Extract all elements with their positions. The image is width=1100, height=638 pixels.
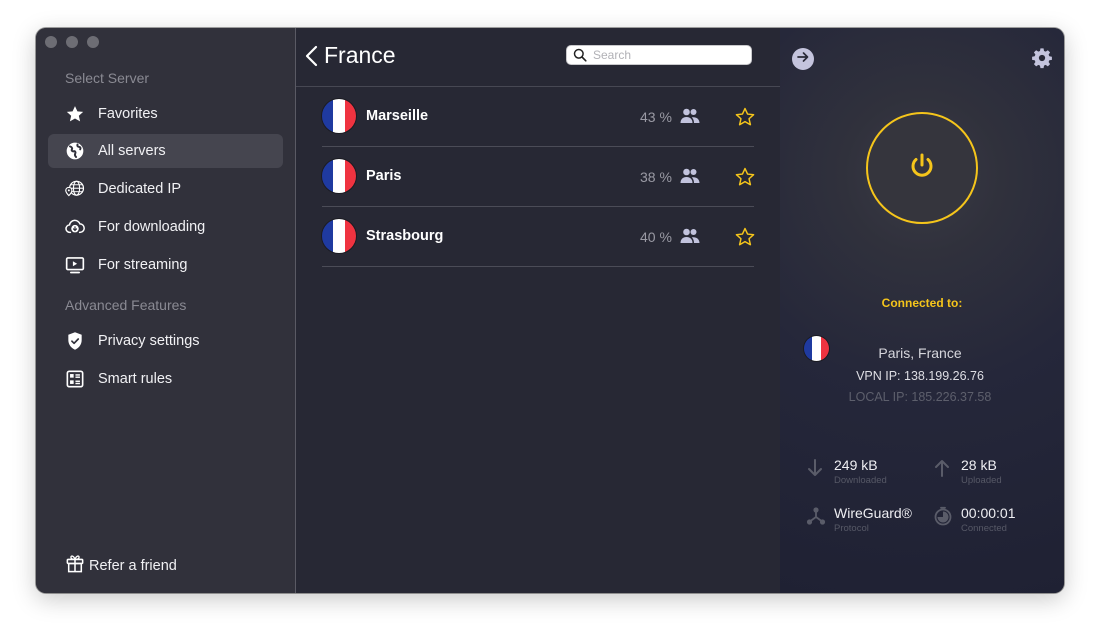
stat-connected-time: 00:00:01 Connected <box>933 505 1016 534</box>
server-load: 43 % <box>640 109 672 125</box>
server-row-paris[interactable]: Paris 38 % <box>322 147 756 207</box>
sidebar-item-label: Privacy settings <box>98 333 200 349</box>
sidebar-item-for-streaming[interactable]: For streaming <box>48 248 283 282</box>
rules-icon <box>65 369 85 389</box>
collapse-panel-button[interactable] <box>792 48 814 70</box>
sidebar-item-smart-rules[interactable]: Smart rules <box>48 362 283 396</box>
country-title: France <box>324 42 396 68</box>
downloaded-label: Downloaded <box>834 475 887 486</box>
downloaded-value: 249 kB <box>834 457 878 473</box>
stat-uploaded: 28 kB Uploaded <box>933 457 1002 486</box>
server-city: Strasbourg <box>366 228 444 244</box>
server-city: Paris <box>366 168 402 184</box>
refer-a-friend-label: Refer a friend <box>89 558 177 574</box>
sidebar-item-all-servers[interactable]: All servers <box>48 134 283 168</box>
france-flag-icon <box>322 99 356 133</box>
connected-time-label: Connected <box>961 523 1007 534</box>
sidebar-item-for-downloading[interactable]: For downloading <box>48 210 283 244</box>
sidebar-item-label: Favorites <box>98 106 158 122</box>
server-list-panel: France Marseille 43 % Paris 38 % <box>296 28 780 593</box>
users-icon <box>679 228 701 244</box>
sidebar-item-dedicated-ip[interactable]: Dedicated IP <box>48 172 283 206</box>
sidebar-item-favorites[interactable]: Favorites <box>48 97 283 131</box>
sidebar-item-label: For streaming <box>98 257 188 273</box>
sidebar-item-label: Dedicated IP <box>98 181 182 197</box>
tv-play-icon <box>65 255 85 275</box>
uploaded-value: 28 kB <box>961 457 997 473</box>
arrow-up-icon <box>933 458 953 478</box>
connection-panel: Connected to: Paris, France VPN IP: 138.… <box>780 28 1064 593</box>
users-icon <box>679 108 701 124</box>
connected-time-value: 00:00:01 <box>961 505 1016 521</box>
arrow-right-icon <box>796 50 810 69</box>
stat-downloaded: 249 kB Downloaded <box>806 457 887 486</box>
vpn-app-window: Select Server Favorites All servers Dedi… <box>36 28 1064 593</box>
favorite-star-button[interactable] <box>734 106 756 128</box>
search-icon <box>573 48 587 62</box>
stopwatch-icon <box>933 506 953 526</box>
sidebar-item-privacy-settings[interactable]: Privacy settings <box>48 324 283 358</box>
server-row-strasbourg[interactable]: Strasbourg 40 % <box>322 207 756 267</box>
sidebar-item-label: All servers <box>98 143 166 159</box>
connected-location: Paris, France <box>878 345 962 361</box>
sidebar-item-label: For downloading <box>98 219 206 235</box>
server-load: 40 % <box>640 229 672 245</box>
power-toggle-button[interactable] <box>866 112 978 224</box>
protocol-label: Protocol <box>834 523 869 534</box>
search-input[interactable] <box>593 48 743 62</box>
france-flag-icon <box>322 219 356 253</box>
server-load: 38 % <box>640 169 672 185</box>
gift-icon <box>66 554 84 578</box>
close-window-button[interactable] <box>45 36 57 48</box>
minimize-window-button[interactable] <box>66 36 78 48</box>
cloud-download-icon <box>65 217 85 237</box>
server-row-marseille[interactable]: Marseille 43 % <box>322 87 756 147</box>
section-title-advanced-features: Advanced Features <box>65 297 187 313</box>
globe-icon <box>65 141 85 161</box>
protocol-nodes-icon <box>806 506 826 526</box>
search-field[interactable] <box>566 45 752 65</box>
maximize-window-button[interactable] <box>87 36 99 48</box>
refer-a-friend-button[interactable]: Refer a friend <box>66 554 177 578</box>
power-icon <box>907 151 937 186</box>
section-title-select-server: Select Server <box>65 70 150 86</box>
vpn-ip: VPN IP: 138.199.26.76 <box>856 369 984 383</box>
star-icon <box>65 104 85 124</box>
favorite-star-button[interactable] <box>734 166 756 188</box>
sidebar: Select Server Favorites All servers Dedi… <box>36 28 296 593</box>
uploaded-label: Uploaded <box>961 475 1002 486</box>
server-list-header: France <box>296 28 780 87</box>
shield-check-icon <box>65 331 85 351</box>
globe-pin-icon <box>65 179 85 199</box>
favorite-star-button[interactable] <box>734 226 756 248</box>
arrow-down-icon <box>806 458 826 478</box>
window-controls <box>45 36 99 48</box>
gear-icon[interactable] <box>1031 47 1053 69</box>
stat-protocol: WireGuard® Protocol <box>806 505 912 534</box>
protocol-value: WireGuard® <box>834 505 912 521</box>
connection-status-label: Connected to: <box>881 296 963 310</box>
users-icon <box>679 168 701 184</box>
server-city: Marseille <box>366 108 429 124</box>
local-ip: LOCAL IP: 185.226.37.58 <box>848 390 992 404</box>
back-chevron-icon[interactable] <box>304 45 320 67</box>
france-flag-icon <box>322 159 356 193</box>
sidebar-item-label: Smart rules <box>98 371 173 387</box>
